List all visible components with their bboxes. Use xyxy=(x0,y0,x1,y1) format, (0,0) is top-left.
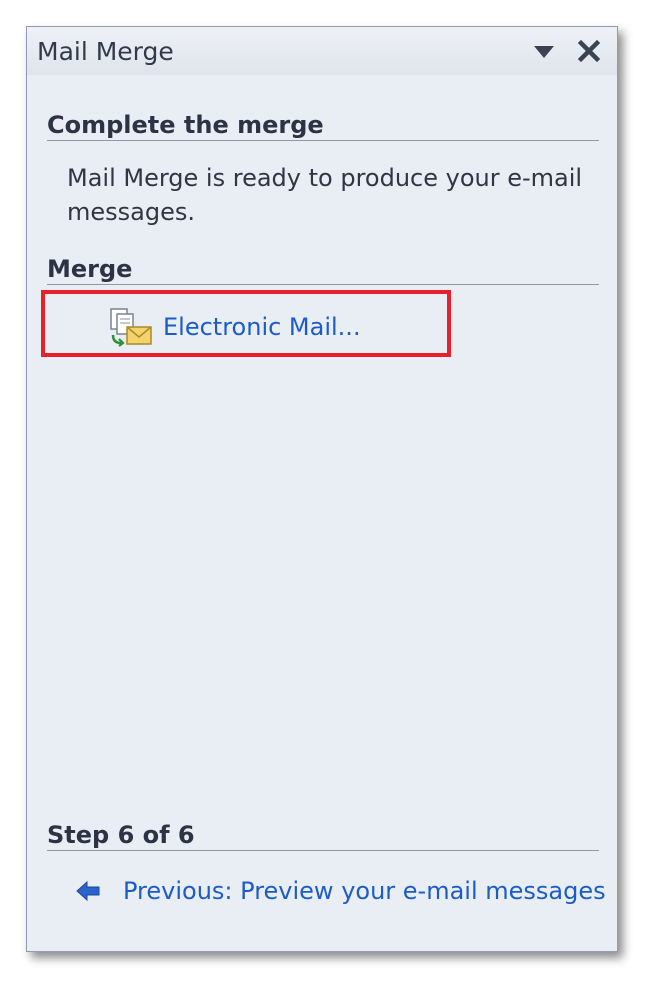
electronic-mail-label: Electronic Mail... xyxy=(163,313,361,341)
complete-merge-heading: Complete the merge xyxy=(47,111,599,141)
merge-to-email-icon xyxy=(109,307,153,347)
task-pane-titlebar: Mail Merge xyxy=(27,27,617,75)
back-arrow-icon xyxy=(75,880,101,902)
ready-description: Mail Merge is ready to produce your e-ma… xyxy=(67,164,583,226)
mail-merge-task-pane: Mail Merge Complete the merge Mail Merge… xyxy=(26,26,618,952)
step-heading: Step 6 of 6 xyxy=(47,821,599,851)
electronic-mail-link[interactable]: Electronic Mail... xyxy=(109,307,361,347)
previous-step-link[interactable]: Previous: Preview your e-mail messages xyxy=(75,877,606,905)
close-icon[interactable] xyxy=(575,37,603,65)
task-pane-title: Mail Merge xyxy=(37,37,174,66)
previous-step-label: Previous: Preview your e-mail messages xyxy=(123,877,606,905)
merge-heading: Merge xyxy=(47,255,599,285)
dropdown-triangle-icon[interactable] xyxy=(533,44,555,58)
